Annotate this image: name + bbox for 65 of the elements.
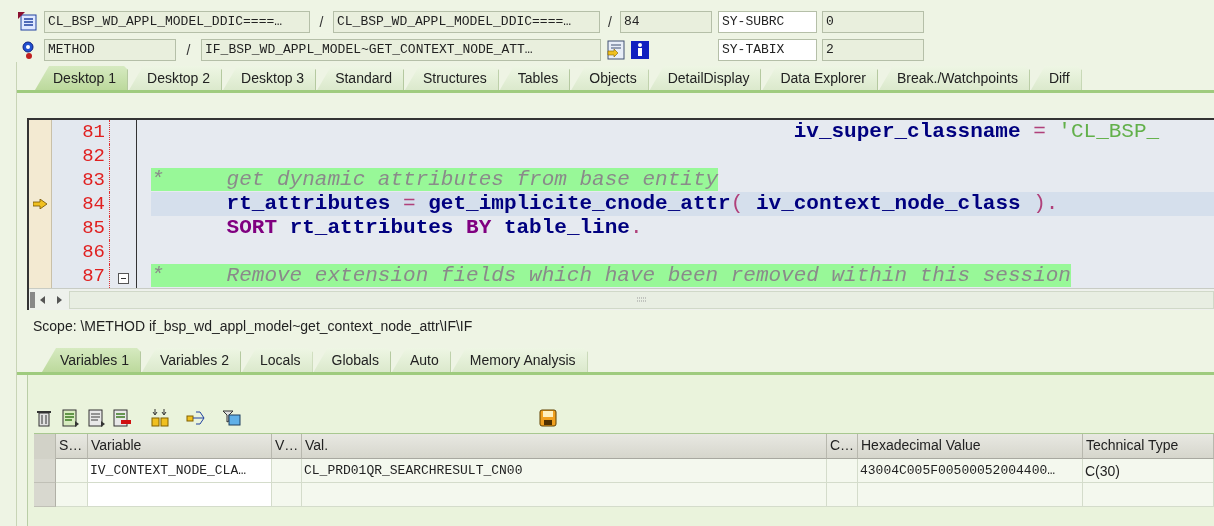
collapse-icon[interactable] (117, 273, 129, 284)
tab[interactable]: Auto (391, 348, 451, 372)
table-cell (56, 483, 88, 507)
document-arrow-icon[interactable] (60, 407, 80, 429)
document-minus-icon[interactable] (112, 407, 132, 429)
system-field-name: SY-TABIX (718, 39, 817, 61)
scope-text: Scope: \METHOD if_bsp_wd_appl_model~get_context_node_attr\IF\IF (32, 317, 474, 336)
column-header[interactable]: S… (56, 434, 88, 459)
tab[interactable]: Variables 2 (142, 348, 242, 372)
tab[interactable]: Diff (1030, 66, 1082, 90)
info-icon[interactable] (630, 40, 650, 60)
text-field[interactable]: 84 (620, 11, 712, 33)
tab[interactable]: Desktop 1 (35, 66, 129, 90)
system-field-value: 0 (822, 11, 924, 33)
tab[interactable]: Tables (499, 66, 571, 90)
table-cell: 43004C005F00500052004400… (858, 459, 1083, 483)
code-line: rt_attributes = get_implicite_cnode_attr( iv_context_node_class ). (225, 192, 1059, 216)
tab[interactable]: Memory Analysis (451, 348, 588, 372)
column-header[interactable]: Val. (302, 434, 827, 459)
system-field-value: 2 (822, 39, 924, 61)
column-header[interactable]: Technical Type (1083, 434, 1214, 459)
tab[interactable]: Globals (313, 348, 391, 372)
tab[interactable]: Structures (404, 66, 499, 90)
column-header[interactable]: V… (272, 434, 302, 459)
marker-gutter (29, 264, 52, 288)
tab[interactable]: Break./Watchpoints (879, 66, 1030, 90)
tab[interactable]: Data Explorer (762, 66, 878, 90)
list-icon (18, 12, 40, 32)
code-line: iv_super_classname = 'CL_BSP_ (792, 120, 1160, 144)
document-arrow-icon[interactable] (86, 407, 106, 429)
text-field[interactable]: METHOD (44, 39, 176, 61)
table-cell (272, 483, 302, 507)
table-corner (34, 434, 56, 459)
table-cell (272, 459, 302, 483)
tab[interactable]: Desktop 3 (223, 66, 317, 90)
tab[interactable]: Variables 1 (42, 348, 141, 372)
separator: / (185, 42, 192, 58)
table-cell: C(30) (1083, 459, 1214, 483)
table-cell: IV_CONTEXT_NODE_CLA… (88, 459, 272, 483)
funnel-icon[interactable] (222, 407, 242, 429)
column-header[interactable]: C… (827, 434, 858, 459)
separator: / (318, 14, 325, 30)
down-arrows-icon[interactable] (150, 407, 170, 429)
tab[interactable]: Locals (242, 348, 313, 372)
separator: / (607, 14, 613, 30)
column-header[interactable]: Variable (88, 434, 272, 459)
table-cell (827, 459, 858, 483)
arrow-icon (33, 199, 47, 209)
table-cell: CL_PRD01QR_SEARCHRESULT_CN00 (302, 459, 827, 483)
text-field[interactable]: IF_BSP_WD_APPL_MODEL~GET_CONTEXT_NODE_ATT… (201, 39, 601, 61)
grip-icon (635, 295, 648, 304)
table-cell (827, 483, 858, 507)
save-icon[interactable] (538, 407, 558, 429)
table-cell (56, 459, 88, 483)
code-line: SORT rt_attributes BY table_line. (225, 216, 643, 240)
marker-gutter (29, 120, 52, 144)
tab[interactable]: Standard (317, 66, 404, 90)
text-field[interactable]: CL_BSP_WD_APPL_MODEL_DDIC====… (44, 11, 310, 33)
tab[interactable]: DetailDisplay (649, 66, 762, 90)
tab[interactable]: Objects (571, 66, 649, 90)
horizontal-scrollbar[interactable] (29, 288, 1214, 310)
tab[interactable]: Desktop 2 (129, 66, 223, 90)
system-field-name: SY-SUBRC (718, 11, 817, 33)
column-header[interactable]: Hexadecimal Value (858, 434, 1083, 459)
text-field[interactable]: CL_BSP_WD_APPL_MODEL_DDIC====… (333, 11, 600, 33)
